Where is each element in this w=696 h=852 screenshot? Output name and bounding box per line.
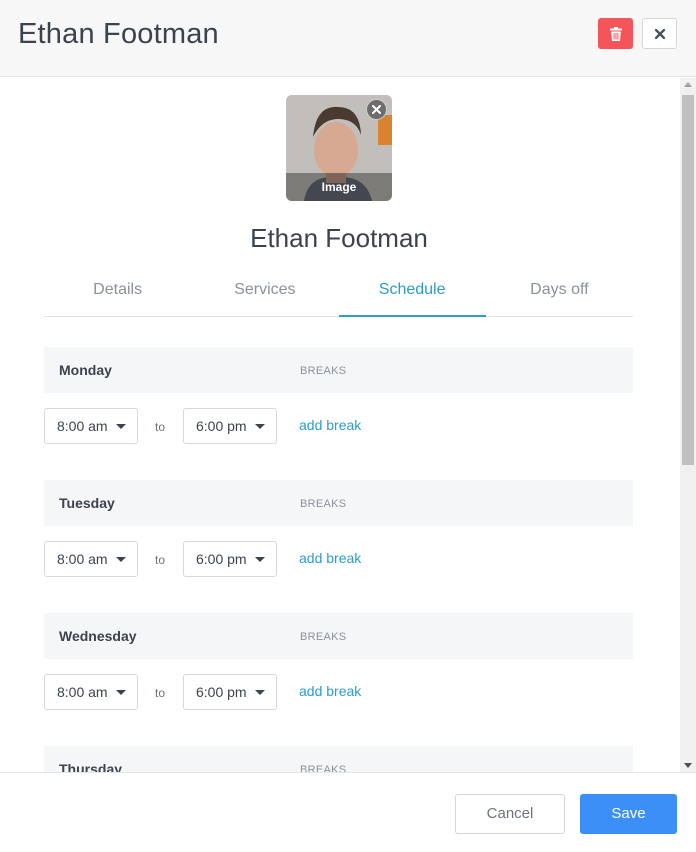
modal-footer: Cancel Save [0, 772, 696, 852]
day-header: Wednesday BREAKS [44, 613, 633, 659]
save-button[interactable]: Save [580, 794, 677, 834]
caret-down-icon [255, 557, 265, 562]
day-header: Tuesday BREAKS [44, 480, 633, 526]
tab-schedule[interactable]: Schedule [338, 271, 486, 317]
time-row: 8:00 am to 6:00 pm add break [44, 526, 633, 596]
day-schedule-wednesday: Wednesday BREAKS 8:00 am to 6:00 pm add … [44, 613, 633, 729]
breaks-label: BREAKS [300, 631, 347, 643]
day-header: Thursday BREAKS [44, 746, 633, 772]
caret-down-icon [255, 424, 265, 429]
day-name: Tuesday [59, 495, 115, 511]
avatar-label: Image [286, 173, 392, 201]
caret-down-icon [255, 690, 265, 695]
close-button[interactable] [642, 18, 677, 49]
add-break-link[interactable]: add break [299, 683, 361, 699]
end-time-select[interactable]: 6:00 pm [183, 408, 277, 444]
caret-down-icon [116, 557, 126, 562]
scrollbar[interactable] [680, 78, 696, 772]
day-schedule-tuesday: Tuesday BREAKS 8:00 am to 6:00 pm add br… [44, 480, 633, 596]
time-row: 8:00 am to 6:00 pm add break [44, 393, 633, 463]
tab-services[interactable]: Services [191, 271, 338, 316]
caret-down-icon [116, 424, 126, 429]
start-time-value: 8:00 am [57, 418, 108, 434]
time-row: 8:00 am to 6:00 pm add break [44, 659, 633, 729]
start-time-value: 8:00 am [57, 551, 108, 567]
cancel-button[interactable]: Cancel [455, 794, 565, 834]
close-icon [372, 105, 381, 114]
start-time-select[interactable]: 8:00 am [44, 674, 138, 710]
add-break-link[interactable]: add break [299, 417, 361, 433]
tab-details[interactable]: Details [44, 271, 191, 316]
trash-icon [609, 26, 622, 41]
end-time-value: 6:00 pm [196, 418, 247, 434]
end-time-value: 6:00 pm [196, 551, 247, 567]
tab-days-off[interactable]: Days off [486, 271, 633, 316]
scroll-up-icon[interactable] [684, 82, 692, 87]
day-name: Thursday [59, 761, 123, 772]
add-break-link[interactable]: add break [299, 550, 361, 566]
breaks-label: BREAKS [300, 498, 347, 510]
modal-title: Ethan Footman [18, 18, 219, 50]
scroll-thumb[interactable] [682, 95, 694, 465]
modal-body: Image Ethan Footman Details Services Sch… [0, 78, 696, 772]
day-schedule-monday: Monday BREAKS 8:00 am to 6:00 pm add bre… [44, 347, 633, 463]
start-time-select[interactable]: 8:00 am [44, 408, 138, 444]
to-label: to [155, 686, 166, 700]
employee-name: Ethan Footman [250, 223, 428, 253]
end-time-select[interactable]: 6:00 pm [183, 674, 277, 710]
tab-bar: Details Services Schedule Days off [44, 271, 633, 317]
breaks-label: BREAKS [300, 764, 347, 772]
end-time-value: 6:00 pm [196, 684, 247, 700]
day-name: Wednesday [59, 628, 137, 644]
to-label: to [155, 553, 166, 567]
scroll-down-icon[interactable] [684, 763, 692, 768]
start-time-select[interactable]: 8:00 am [44, 541, 138, 577]
modal-header: Ethan Footman [0, 0, 696, 77]
breaks-label: BREAKS [300, 365, 347, 377]
to-label: to [155, 420, 166, 434]
caret-down-icon [116, 690, 126, 695]
day-header: Monday BREAKS [44, 347, 633, 393]
close-icon [654, 28, 665, 39]
delete-button[interactable] [598, 18, 633, 49]
day-name: Monday [59, 362, 112, 378]
remove-image-icon[interactable] [366, 99, 387, 120]
end-time-select[interactable]: 6:00 pm [183, 541, 277, 577]
start-time-value: 8:00 am [57, 684, 108, 700]
day-schedule-thursday: Thursday BREAKS [44, 746, 633, 772]
